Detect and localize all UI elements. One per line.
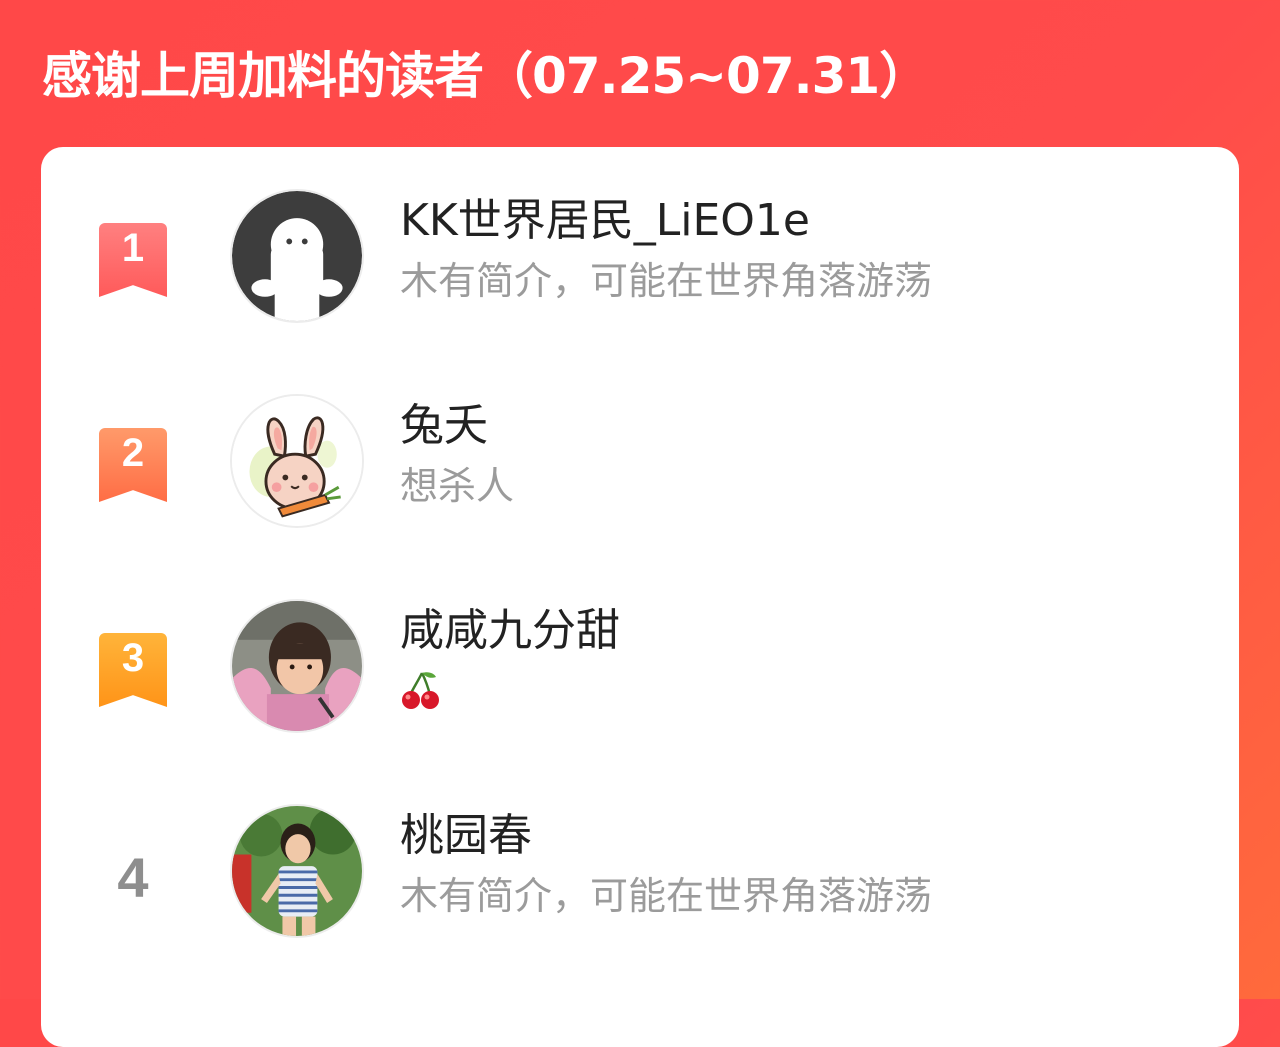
reader-name[interactable]: KK世界居民_LiEO1e xyxy=(400,193,810,249)
rank-badge-silver: 2 xyxy=(99,428,167,502)
reader-row-4[interactable]: 4 桃园春 木有简介，可能在世界角落游荡 xyxy=(41,804,1239,984)
avatar[interactable] xyxy=(230,804,364,938)
bunny-carrot-avatar-icon xyxy=(232,396,362,526)
default-ghost-avatar-icon xyxy=(232,191,362,321)
reader-bio: 木有简介，可能在世界角落游荡 xyxy=(400,874,933,918)
reader-name[interactable]: 咸咸九分甜 xyxy=(400,603,620,659)
reader-row-2[interactable]: 2 兔夭 想杀人 xyxy=(41,394,1239,574)
avatar[interactable] xyxy=(230,599,364,733)
avatar[interactable] xyxy=(230,189,364,323)
page-title: 感谢上周加料的读者（07.25~07.31） xyxy=(42,47,929,105)
reader-name[interactable]: 桃园春 xyxy=(400,808,532,864)
reader-ranking-card: 1 KK世界居民_LiEO1e 木有简介，可能在世界角落游荡 2 兔夭 想杀人 … xyxy=(41,147,1239,1047)
child-photo-avatar-icon xyxy=(232,601,362,731)
reader-row-1[interactable]: 1 KK世界居民_LiEO1e 木有简介，可能在世界角落游荡 xyxy=(41,189,1239,369)
rank-badge-gold: 1 xyxy=(99,223,167,297)
reader-bio: 想杀人 xyxy=(400,464,515,508)
reader-row-3[interactable]: 3 咸咸九分甜 xyxy=(41,599,1239,779)
reader-name[interactable]: 兔夭 xyxy=(400,398,488,454)
reader-bio: 木有简介，可能在世界角落游荡 xyxy=(400,259,933,303)
girl-photo-avatar-icon xyxy=(232,806,362,936)
rank-number: 4 xyxy=(117,846,149,909)
rank-badge-bronze: 3 xyxy=(99,633,167,707)
cherry-icon xyxy=(402,672,439,709)
avatar[interactable] xyxy=(230,394,364,528)
